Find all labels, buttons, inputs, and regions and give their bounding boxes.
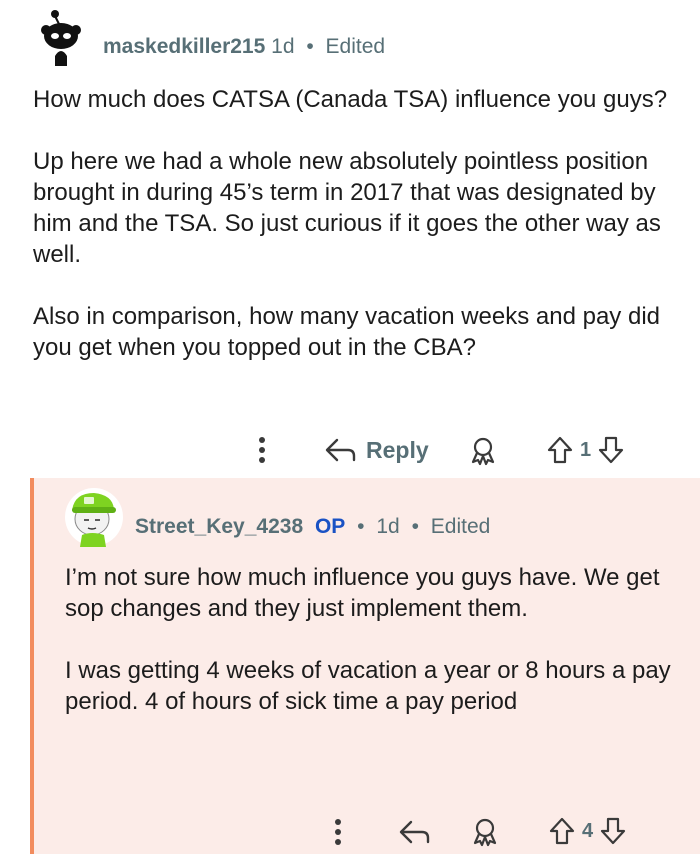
downvote-icon[interactable]	[599, 816, 627, 846]
comment-paragraph: How much does CATSA (Canada TSA) influen…	[33, 86, 668, 113]
reply-button[interactable]: Reply	[324, 436, 429, 464]
upvote-icon[interactable]	[548, 816, 576, 846]
comment-age: 1d	[376, 515, 400, 538]
reply-meta: Street_Key_4238 OP • 1d • Edited	[135, 515, 490, 539]
comment-paragraph: I’m not sure how much influence you guys…	[65, 564, 660, 622]
vote-count: 4	[582, 819, 594, 842]
reply-arrow-icon	[324, 436, 356, 464]
comment-meta: maskedkiller215 1d • Edited	[103, 35, 385, 59]
reply-label: Reply	[366, 436, 429, 463]
more-dots-icon[interactable]	[328, 816, 348, 848]
award-icon[interactable]	[470, 817, 500, 847]
reply-arrow-icon	[398, 818, 430, 846]
reply-button[interactable]	[398, 818, 430, 846]
username[interactable]: Street_Key_4238	[135, 515, 303, 538]
award-icon[interactable]	[468, 436, 498, 466]
comment-body: How much does CATSA (Canada TSA) influen…	[33, 84, 673, 363]
comment-paragraph: I was getting 4 weeks of vacation a year…	[65, 657, 671, 715]
green-hat-avatar[interactable]	[64, 487, 124, 547]
comment-age: 1d	[271, 35, 295, 58]
vote-count: 1	[580, 438, 592, 461]
reply-body: I’m not sure how much influence you guys…	[65, 562, 675, 717]
separator-dot: •	[306, 35, 314, 58]
vote-control: 4	[548, 816, 627, 846]
downvote-icon[interactable]	[597, 435, 625, 465]
more-dots-icon[interactable]	[252, 434, 272, 466]
separator-dot: •	[357, 515, 365, 538]
vote-control: 1	[546, 435, 625, 465]
edited-label: Edited	[430, 515, 491, 538]
separator-dot: •	[411, 515, 419, 538]
op-badge: OP	[314, 515, 346, 538]
comment-paragraph: Up here we had a whole new absolutely po…	[33, 148, 661, 268]
upvote-icon[interactable]	[546, 435, 574, 465]
avatar[interactable]	[33, 10, 89, 66]
reply-actions: 4	[30, 810, 700, 854]
edited-label: Edited	[325, 35, 386, 58]
comment-paragraph: Also in comparison, how many vacation we…	[33, 303, 660, 361]
comment-actions: Reply 1	[0, 428, 700, 474]
username[interactable]: maskedkiller215	[103, 35, 265, 58]
